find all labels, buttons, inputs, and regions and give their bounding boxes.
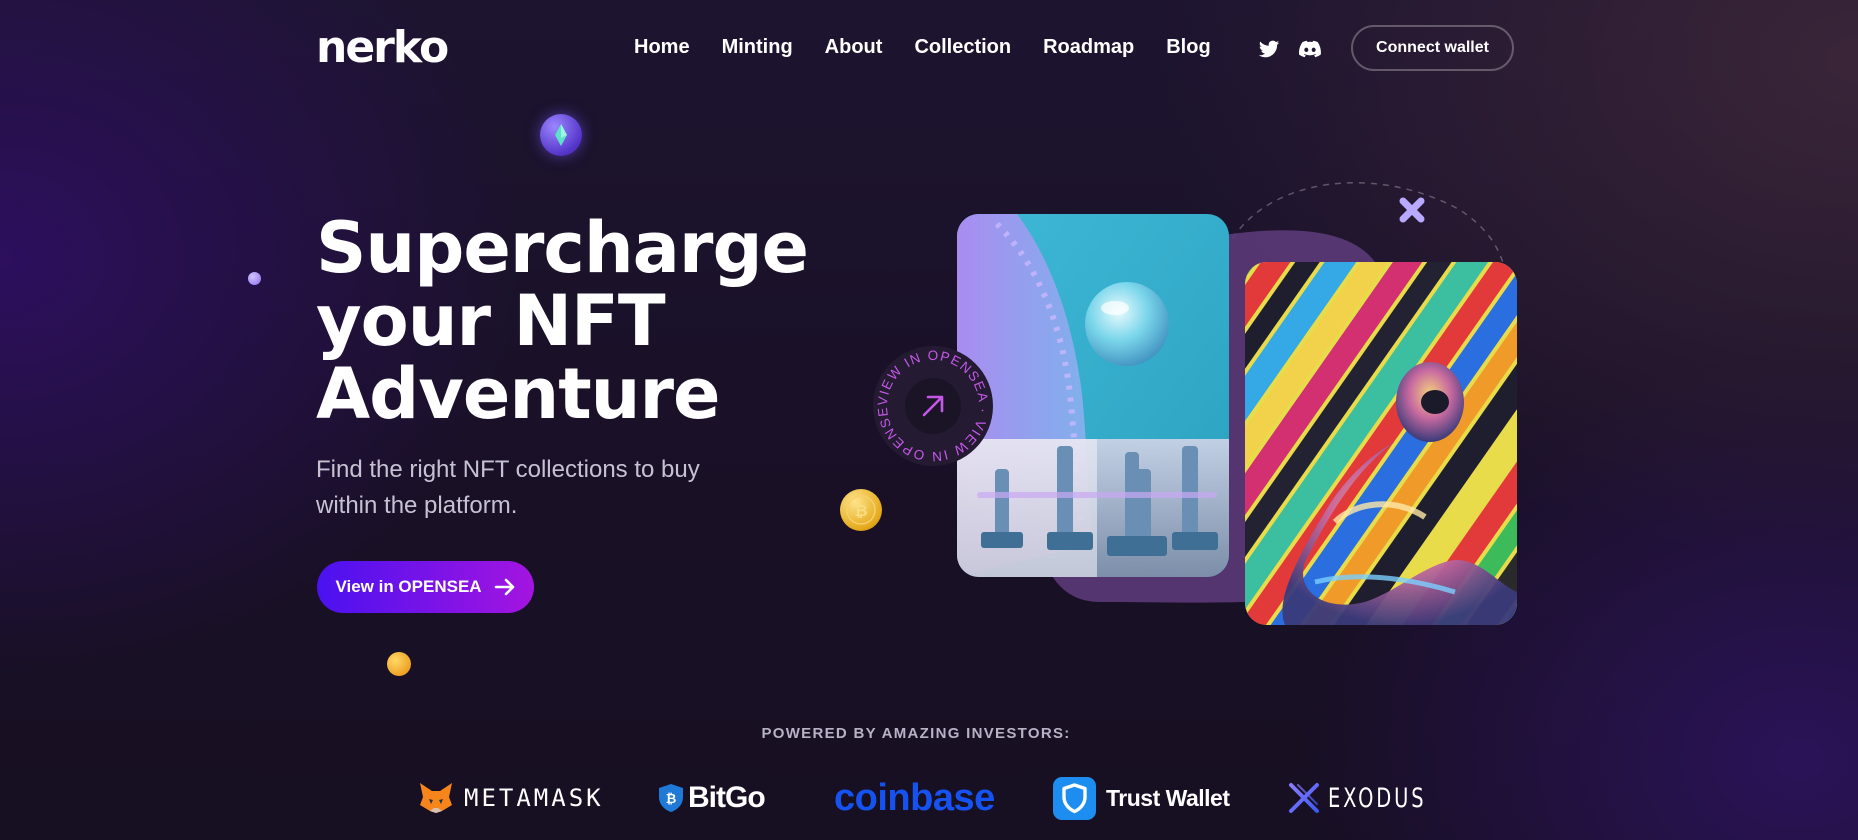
hero-subtitle: Find the right NFT collections to buy wi… <box>316 452 756 524</box>
logo-metamask[interactable]: METAMASK <box>418 773 604 823</box>
logo-exodus-text: EXODUS <box>1328 782 1427 814</box>
logo-metamask-text: METAMASK <box>464 784 604 812</box>
hero-subtitle-line: within the platform. <box>316 492 518 519</box>
nav-roadmap[interactable]: Roadmap <box>1043 36 1134 59</box>
hero-title-line: your NFT <box>316 280 666 362</box>
svg-text:₿: ₿ <box>666 792 677 807</box>
logo-trust-wallet-text: Trust Wallet <box>1106 784 1230 811</box>
arrow-right-icon <box>494 578 514 596</box>
discord-icon[interactable] <box>1298 38 1322 60</box>
nav-blog[interactable]: Blog <box>1166 36 1210 59</box>
nft-card-abstract[interactable] <box>957 214 1229 577</box>
ethereum-diamond-icon <box>555 124 567 146</box>
trust-shield-icon <box>1053 776 1096 820</box>
bitcoin-coin-icon: ₿ <box>840 489 882 531</box>
nft-card-chrome-figure[interactable] <box>1245 262 1517 625</box>
investors-heading: POWERED BY AMAZING INVESTORS: <box>761 725 1071 742</box>
investor-logos: METAMASK ₿ BitGo coinbase Trust Wallet E… <box>0 773 1858 823</box>
cta-label: View in OPENSEA <box>335 577 482 596</box>
logo-coinbase[interactable]: coinbase <box>834 773 995 823</box>
fox-icon <box>420 783 452 813</box>
brand-logo[interactable]: nerko <box>316 22 449 73</box>
connect-wallet-button[interactable]: Connect wallet <box>1351 25 1514 71</box>
hero-title: Supercharge your NFT Adventure <box>316 212 876 431</box>
hero-title-line: Adventure <box>316 353 721 435</box>
nft-image-abstract <box>957 214 1229 577</box>
logo-bitgo[interactable]: ₿ BitGo <box>658 773 766 823</box>
nav-minting[interactable]: Minting <box>722 36 793 59</box>
view-in-opensea-button[interactable]: View in OPENSEA <box>317 561 534 613</box>
nav-collection[interactable]: Collection <box>914 36 1011 59</box>
opensea-badge-ring: VIEW IN OPENSEA · VIEW IN OPENSEA · <box>867 333 993 466</box>
hero-subtitle-line: Find the right NFT collections to buy <box>316 456 700 483</box>
decor-dot-purple <box>248 272 261 285</box>
logo-exodus[interactable]: EXODUS <box>1288 773 1465 823</box>
nav-home[interactable]: Home <box>634 36 690 59</box>
ethereum-coin-icon <box>540 114 582 156</box>
decor-dot-orange <box>387 652 411 676</box>
bitcoin-symbol-icon: ₿ <box>846 495 876 525</box>
exodus-x-icon <box>1289 783 1319 813</box>
hero-title-line: Supercharge <box>316 207 809 289</box>
twitter-icon[interactable] <box>1258 38 1280 60</box>
nft-image-chrome-figure <box>1245 262 1517 625</box>
nav-about[interactable]: About <box>825 36 883 59</box>
logo-bitgo-text: BitGo <box>688 781 766 814</box>
svg-text:₿: ₿ <box>854 501 867 520</box>
main-nav: Home Minting About Collection Roadmap Bl… <box>634 36 1243 59</box>
bitgo-shield-icon: ₿ <box>659 784 683 812</box>
view-in-opensea-badge[interactable]: VIEW IN OPENSEA · VIEW IN OPENSEA · <box>867 333 994 467</box>
logo-coinbase-text: coinbase <box>834 776 995 819</box>
logo-trust-wallet[interactable]: Trust Wallet <box>1053 773 1230 823</box>
